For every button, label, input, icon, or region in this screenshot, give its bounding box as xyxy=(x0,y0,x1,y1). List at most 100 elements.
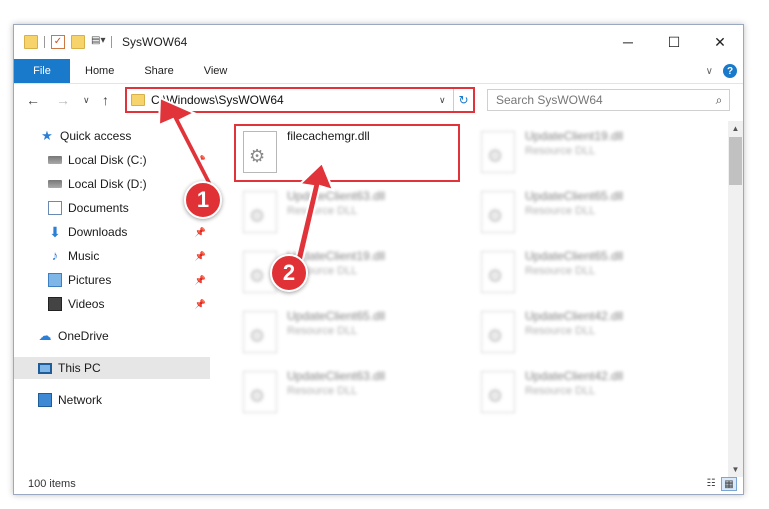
properties-icon[interactable]: ✓ xyxy=(51,35,65,49)
file-item[interactable]: UpdateClient42.dll Resource DLL xyxy=(475,305,695,359)
sidebar-item-this-pc[interactable]: This PC xyxy=(14,357,210,379)
dll-file-icon xyxy=(243,311,277,353)
navigation-pane: ★ Quick access Local Disk (C:) 📌 Local D… xyxy=(14,121,210,477)
dll-file-icon xyxy=(481,191,515,233)
file-item[interactable]: UpdateClient65.dll Resource DLL xyxy=(475,245,695,299)
file-item[interactable]: UpdateClient19.dll Resource DLL xyxy=(475,125,695,179)
toolbar-divider xyxy=(44,36,45,48)
cloud-icon: ☁ xyxy=(38,328,52,343)
file-item[interactable]: UpdateClient63.dll Resource DLL xyxy=(237,185,457,239)
file-item[interactable]: UpdateClient63.dll Resource DLL xyxy=(237,365,457,419)
tiles-view-icon[interactable]: ▦ xyxy=(721,477,737,491)
documents-icon xyxy=(48,201,62,215)
address-dropdown-icon[interactable]: ∨ xyxy=(439,95,453,106)
close-button[interactable]: ✕ xyxy=(697,25,743,59)
step-badge-2: 2 xyxy=(270,254,308,292)
file-type: Resource DLL xyxy=(525,145,596,157)
vertical-scrollbar[interactable]: ▲ ▼ xyxy=(728,121,743,477)
file-name: UpdateClient65.dll xyxy=(525,189,624,203)
search-input[interactable] xyxy=(488,93,709,107)
sidebar-item-network[interactable]: Network xyxy=(38,389,102,411)
quick-access-toolbar: ✓ ▤▾ xyxy=(24,35,112,49)
sidebar-item-label: Documents xyxy=(68,201,129,215)
file-name: UpdateClient65.dll xyxy=(525,249,624,263)
ribbon-tabs: File Home Share View ∨ ? xyxy=(14,59,743,83)
expand-ribbon-icon[interactable]: ∨ xyxy=(706,66,713,77)
scroll-up-icon[interactable]: ▲ xyxy=(728,121,743,136)
dll-file-icon xyxy=(481,131,515,173)
file-type: Resource DLL xyxy=(287,385,358,397)
download-icon: ⬇ xyxy=(49,224,61,240)
tab-home[interactable]: Home xyxy=(70,59,129,83)
minimize-button[interactable]: ─ xyxy=(605,25,651,59)
sidebar-item-videos[interactable]: Videos 📌 xyxy=(48,293,210,315)
sidebar-item-local-disk-d[interactable]: Local Disk (D:) xyxy=(48,173,147,195)
item-count: 100 items xyxy=(28,478,76,490)
disk-icon xyxy=(48,180,62,188)
sidebar-item-label: Downloads xyxy=(68,225,128,239)
file-name: UpdateClient63.dll xyxy=(287,189,386,203)
music-icon: ♪ xyxy=(51,248,59,263)
refresh-icon[interactable]: ↻ xyxy=(453,89,473,111)
file-list: filecachemgr.dll UpdateClient19.dllResou… xyxy=(210,121,728,477)
folder-icon xyxy=(24,35,38,49)
file-item[interactable]: UpdateClient65.dll Resource DLL xyxy=(475,185,695,239)
file-type: Resource DLL xyxy=(525,325,596,337)
sidebar-item-label: This PC xyxy=(58,361,101,375)
view-buttons: ☷ ▦ xyxy=(703,477,737,491)
sidebar-item-label: OneDrive xyxy=(58,329,109,343)
pin-icon: 📌 xyxy=(194,298,206,309)
sidebar-item-label: Pictures xyxy=(68,273,112,287)
recent-locations-icon[interactable]: ∨ xyxy=(83,95,90,106)
tab-share[interactable]: Share xyxy=(129,59,188,83)
details-view-icon[interactable]: ☷ xyxy=(703,477,719,491)
file-item[interactable]: UpdateClient65.dll Resource DLL xyxy=(237,305,457,359)
file-name: UpdateClient42.dll xyxy=(525,309,624,323)
tab-file[interactable]: File xyxy=(14,59,70,83)
search-icon[interactable]: ⌕ xyxy=(709,93,729,108)
sidebar-item-onedrive[interactable]: ☁ OneDrive xyxy=(38,325,109,347)
sidebar-item-quick-access[interactable]: ★ Quick access xyxy=(40,125,131,147)
file-type: Resource DLL xyxy=(525,265,596,277)
maximize-button[interactable]: ☐ xyxy=(651,25,697,59)
sidebar-item-pictures[interactable]: Pictures 📌 xyxy=(48,269,210,291)
dll-file-icon xyxy=(481,311,515,353)
explorer-window: ✓ ▤▾ SysWOW64 ─ ☐ ✕ File Home Share View… xyxy=(13,24,744,495)
window-controls: ─ ☐ ✕ xyxy=(605,25,743,59)
new-folder-icon[interactable] xyxy=(71,35,85,49)
disk-icon xyxy=(48,156,62,164)
sidebar-item-label: Network xyxy=(58,393,103,407)
file-type: Resource DLL xyxy=(287,205,358,217)
up-arrow-icon[interactable]: ↑ xyxy=(102,92,109,108)
customize-toolbar-icon[interactable]: ▤▾ xyxy=(91,35,105,49)
step-badge-1: 1 xyxy=(184,181,222,219)
dll-file-icon xyxy=(481,251,515,293)
sidebar-item-label: Videos xyxy=(68,297,105,311)
file-name: UpdateClient65.dll xyxy=(287,309,386,323)
sidebar-item-downloads[interactable]: ⬇ Downloads 📌 xyxy=(48,221,210,243)
folder-icon xyxy=(131,94,145,106)
address-row: ← → ∨ ↑ C:\Windows\SysWOW64 ∨ ↻ ⌕ xyxy=(14,83,743,119)
file-name: UpdateClient63.dll xyxy=(287,369,386,383)
back-arrow-icon[interactable]: ← xyxy=(26,92,40,108)
file-highlight-box xyxy=(234,124,460,182)
sidebar-item-label: Music xyxy=(68,249,100,263)
file-item[interactable]: UpdateClient42.dll Resource DLL xyxy=(475,365,695,419)
tab-view[interactable]: View xyxy=(189,59,243,83)
address-path[interactable]: C:\Windows\SysWOW64 xyxy=(151,93,439,107)
sidebar-item-music[interactable]: ♪ Music 📌 xyxy=(48,245,210,267)
search-box[interactable]: ⌕ xyxy=(487,89,730,111)
scrollbar-thumb[interactable] xyxy=(729,137,742,185)
sidebar-item-local-disk-c[interactable]: Local Disk (C:) 📌 xyxy=(48,149,210,171)
file-type: Resource DLL xyxy=(287,325,358,337)
file-name: UpdateClient19.dll xyxy=(525,129,624,143)
address-bar[interactable]: C:\Windows\SysWOW64 ∨ ↻ xyxy=(125,87,475,113)
videos-icon xyxy=(48,297,62,311)
dll-file-icon xyxy=(481,371,515,413)
pin-icon: 📌 xyxy=(194,154,206,165)
title-bar: ✓ ▤▾ SysWOW64 ─ ☐ ✕ xyxy=(14,25,743,59)
file-name: UpdateClient42.dll xyxy=(525,369,624,383)
forward-arrow-icon[interactable]: → xyxy=(56,92,70,108)
file-type: Resource DLL xyxy=(525,385,596,397)
help-icon[interactable]: ? xyxy=(723,64,737,78)
